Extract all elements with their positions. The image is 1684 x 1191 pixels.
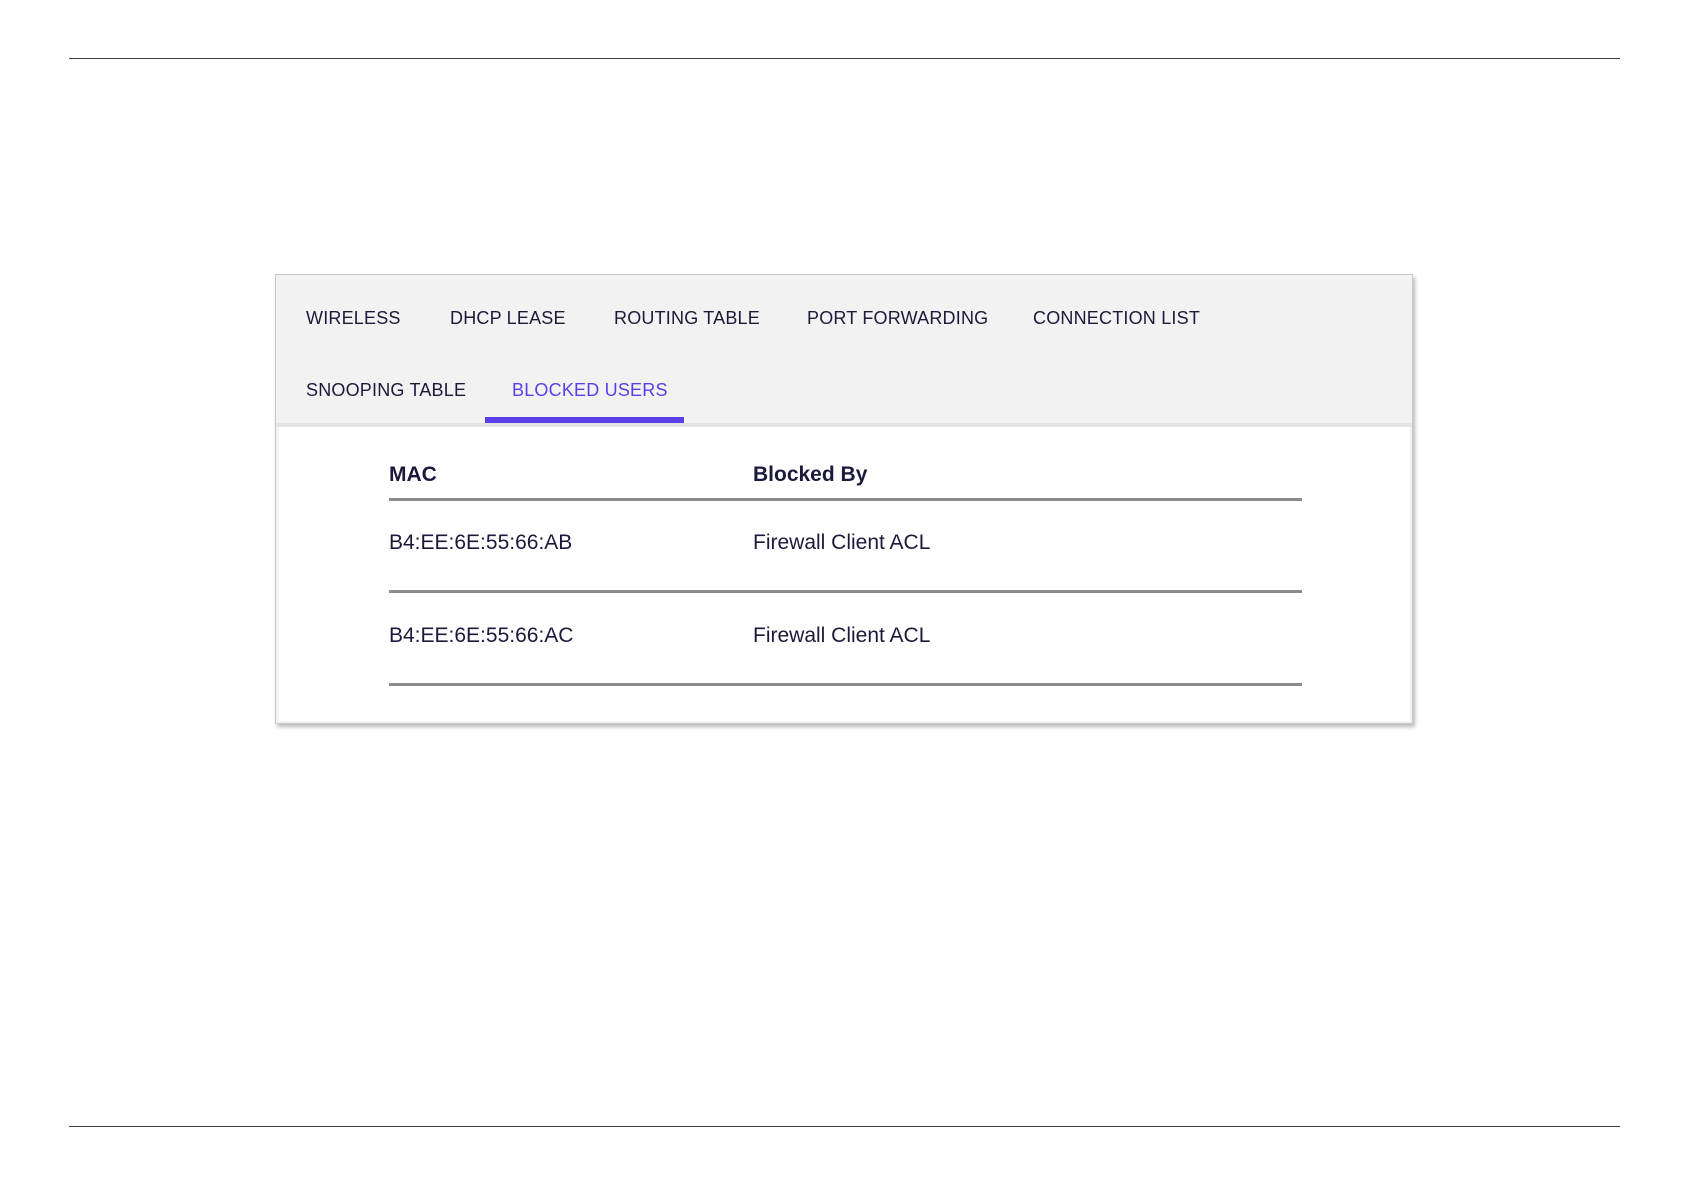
page-top-rule xyxy=(69,58,1620,59)
tab-wireless[interactable]: WIRELESS xyxy=(306,299,401,337)
table-cell-blocked-by: Firewall Client ACL xyxy=(753,531,931,554)
page-bottom-rule xyxy=(69,1126,1620,1127)
blocked-users-content: MAC Blocked By B4:EE:6E:55:66:AB Firewal… xyxy=(279,427,1410,721)
tab-routing-table[interactable]: ROUTING TABLE xyxy=(614,299,760,337)
column-header-blocked-by: Blocked By xyxy=(753,463,868,486)
tab-bar: WIRELESS DHCP LEASE ROUTING TABLE PORT F… xyxy=(276,275,1412,427)
tab-snooping-table[interactable]: SNOOPING TABLE xyxy=(306,371,466,409)
row-divider xyxy=(389,683,1302,686)
tab-dhcp-lease[interactable]: DHCP LEASE xyxy=(450,299,566,337)
tab-port-forwarding[interactable]: PORT FORWARDING xyxy=(807,299,988,337)
table-cell-blocked-by: Firewall Client ACL xyxy=(753,624,931,647)
table-cell-mac: B4:EE:6E:55:66:AB xyxy=(389,531,573,554)
header-divider xyxy=(389,498,1302,501)
status-panel: WIRELESS DHCP LEASE ROUTING TABLE PORT F… xyxy=(275,274,1413,724)
row-divider xyxy=(389,590,1302,593)
table-cell-mac: B4:EE:6E:55:66:AC xyxy=(389,624,574,647)
column-header-mac: MAC xyxy=(389,463,437,486)
tab-blocked-users[interactable]: BLOCKED USERS xyxy=(512,371,668,409)
tab-connection-list[interactable]: CONNECTION LIST xyxy=(1033,299,1200,337)
